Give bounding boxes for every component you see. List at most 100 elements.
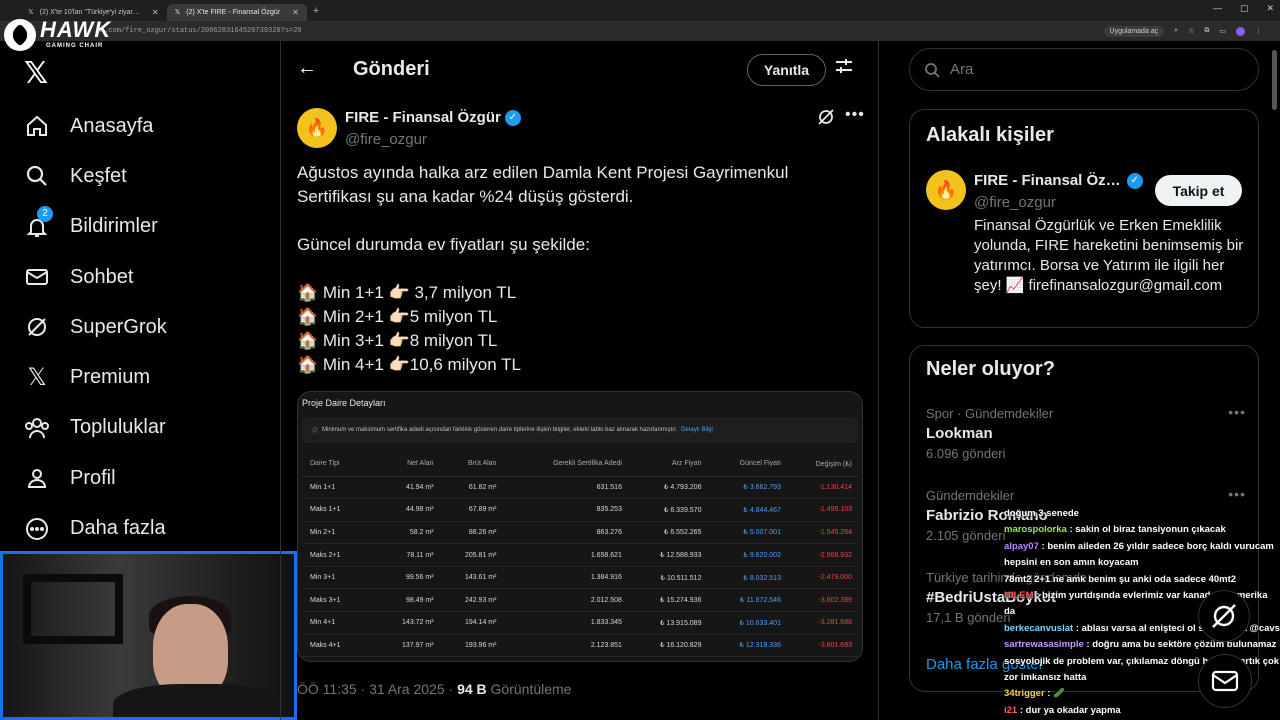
table-cell: 99.56 m² bbox=[376, 566, 440, 590]
post-meta: ÖÖ 11:35 · 31 Ara 2025 · 94 B Görüntülem… bbox=[297, 681, 571, 697]
nav-item-profile[interactable]: Profil bbox=[0, 453, 280, 503]
more-circle-icon bbox=[24, 516, 50, 542]
post-text-line: Güncel durumda ev fiyatları şu şekilde: bbox=[297, 235, 590, 254]
search-icon bbox=[24, 163, 50, 189]
people-icon bbox=[24, 415, 50, 441]
grok-floating-button[interactable] bbox=[1198, 590, 1250, 642]
column-header: Güncel Fiyatı bbox=[707, 452, 787, 477]
maximize-icon[interactable]: ▢ bbox=[1240, 3, 1249, 14]
bookmark-star-icon[interactable]: ☆ bbox=[1188, 27, 1194, 35]
nav-item-supergrok[interactable]: SuperGrok bbox=[0, 302, 280, 352]
browser-tab-bar: 𝕏 (2) X'te 10'lan "Türkiye'yi ziyar… ✕ 𝕏… bbox=[0, 0, 1280, 21]
close-icon[interactable]: ✕ bbox=[152, 8, 159, 17]
back-arrow-icon[interactable]: ← bbox=[297, 57, 317, 80]
extensions-icon[interactable]: ⧉ bbox=[1204, 27, 1209, 35]
page-title: Gönderi bbox=[353, 58, 430, 80]
chat-text: : benim aileden 26 yıldır sadece borç ka… bbox=[1004, 540, 1274, 569]
sliders-icon[interactable] bbox=[835, 57, 853, 80]
close-window-icon[interactable]: ✕ bbox=[1266, 3, 1274, 14]
related-handle[interactable]: @fire_ozgur bbox=[974, 194, 1056, 211]
close-icon[interactable]: ✕ bbox=[292, 8, 299, 17]
table-cell: 1.658.621 bbox=[502, 543, 628, 567]
chat-text: : ablası varsa al enişteci ol salak olma… bbox=[1073, 622, 1280, 634]
reply-button[interactable]: Yanıtla bbox=[747, 54, 826, 86]
table-body: Min 1+1 41.94 m² 61.82 m² 631.516 ₺ 4.793.20… bbox=[302, 476, 858, 658]
nav-label: SuperGrok bbox=[70, 315, 167, 338]
search-icon bbox=[925, 62, 940, 78]
trend-item[interactable]: Spor · Gündemdekiler Lookman 6.096 gönde… bbox=[926, 404, 1246, 461]
nav-item-home[interactable]: Anasayfa bbox=[0, 101, 280, 151]
url-text[interactable]: x.com/fire_ozgur/status/2006283164520739… bbox=[100, 27, 302, 35]
post-timestamp[interactable]: ÖÖ 11:35 · 31 Ara 2025 · bbox=[297, 681, 457, 697]
chat-username: berkecanvuslat bbox=[1004, 622, 1074, 634]
tab-label: (2) X'te FIRE - Finansal Özgür bbox=[186, 8, 281, 16]
post-image-card[interactable]: Proje Daire Detayları ⓘ Minimum ve maksi… bbox=[297, 391, 863, 662]
nav-item-notifications[interactable]: 2 Bildirimler bbox=[0, 202, 280, 252]
trend-count: 6.096 gönderi bbox=[926, 446, 1006, 461]
table-row: Min 3+1 99.56 m² 143.61 m² 1.384.916 ₺ 10.51… bbox=[302, 566, 858, 590]
more-options-icon[interactable]: ••• bbox=[1228, 486, 1246, 502]
table-cell: -2.479.000 bbox=[786, 566, 858, 590]
menu-dots-icon[interactable]: ⋮ bbox=[1255, 27, 1262, 35]
hawk-overlay-logo: HAWK GAMING CHAIR bbox=[4, 15, 114, 55]
follow-button[interactable]: Takip et bbox=[1155, 175, 1242, 206]
card-title: Proje Daire Detayları bbox=[302, 398, 386, 408]
column-header: Daire Tipi bbox=[302, 452, 377, 477]
table-cell: -1.545.264 bbox=[786, 521, 858, 545]
table-cell: ₺ 5.007.001 bbox=[707, 521, 787, 545]
table-cell: ₺ 4.844.467 bbox=[707, 498, 787, 522]
column-header: Net Alan bbox=[376, 452, 440, 477]
chat-text: : 🥒 bbox=[1044, 688, 1065, 700]
panel-title: Alakalı kişiler bbox=[926, 124, 1054, 146]
more-options-icon[interactable]: ••• bbox=[845, 106, 865, 124]
chat-username: marospolorka bbox=[1004, 524, 1067, 536]
zoom-icon[interactable]: ⌕ bbox=[1174, 27, 1178, 35]
nav-item-messages[interactable]: Sohbet bbox=[0, 252, 280, 302]
address-bar: x.com/fire_ozgur/status/2006283164520739… bbox=[0, 21, 1280, 41]
table-cell: 2.123.851 bbox=[502, 634, 628, 658]
author-handle[interactable]: @fire_ozgur bbox=[345, 131, 427, 148]
related-avatar[interactable]: 🔥 bbox=[926, 170, 966, 210]
author-avatar[interactable]: 🔥 bbox=[297, 108, 337, 148]
search-placeholder: Ara bbox=[950, 61, 974, 78]
scrollbar-thumb[interactable] bbox=[1272, 50, 1277, 110]
messages-floating-button[interactable] bbox=[1198, 654, 1252, 708]
search-input[interactable]: Ara bbox=[909, 48, 1259, 91]
table-cell: ₺ 16.120.829 bbox=[627, 634, 708, 658]
chat-text: doğum 3 senede bbox=[1004, 508, 1079, 519]
table-cell: 1.833.345 bbox=[502, 611, 628, 635]
table-cell: ₺ 10.633.401 bbox=[707, 611, 787, 635]
author-name[interactable]: FIRE - Finansal Özgür ✓ bbox=[345, 109, 521, 126]
table-cell: -1.495.103 bbox=[786, 498, 858, 522]
nav-item-explore[interactable]: Keşfet bbox=[0, 151, 280, 201]
nav-label: Keşfet bbox=[70, 164, 127, 187]
related-name-text: FIRE - Finansal Öz… bbox=[974, 172, 1121, 189]
browser-tab-2[interactable]: 𝕏 (2) X'te FIRE - Finansal Özgür ✕ bbox=[166, 3, 307, 21]
minimize-icon[interactable]: — bbox=[1213, 3, 1222, 14]
table-row: Maks 3+1 98.49 m² 242.93 m² 2.012.508 ₺ 15.2… bbox=[302, 588, 858, 613]
sidebar-icon[interactable]: ▭ bbox=[1219, 27, 1226, 35]
table-cell: 835.253 bbox=[502, 498, 628, 522]
nav-label: Sohbet bbox=[70, 265, 134, 288]
new-tab-icon[interactable]: + bbox=[313, 5, 319, 17]
profile-avatar[interactable] bbox=[1236, 26, 1245, 36]
grok-icon[interactable] bbox=[817, 108, 835, 131]
table-cell: Min 1+1 bbox=[302, 476, 377, 500]
details-link[interactable]: Detaylı Bilgi bbox=[681, 427, 713, 433]
table-cell: 78.11 m² bbox=[376, 543, 440, 567]
table-row: Min 4+1 143.72 m² 194.14 m² 1.833.345 ₺ 13.9… bbox=[302, 611, 858, 635]
open-in-app-button[interactable]: Uygulamada aç bbox=[1103, 25, 1165, 37]
nav-item-more[interactable]: Daha fazla bbox=[0, 503, 280, 553]
card-note-text: Minimum ve maksimum sertifika adedi açıs… bbox=[322, 427, 678, 433]
table-cell: 1.384.916 bbox=[502, 566, 628, 590]
table-cell: -1.130.414 bbox=[786, 476, 858, 500]
nav-item-communities[interactable]: Topluluklar bbox=[0, 403, 280, 453]
nav-item-premium[interactable]: 𝕏 Premium bbox=[0, 352, 280, 402]
chat-username: 34trigger bbox=[1004, 688, 1045, 700]
x-logo-icon[interactable]: 𝕏 bbox=[24, 56, 48, 91]
related-name[interactable]: FIRE - Finansal Öz… ✓ bbox=[974, 172, 1143, 189]
more-options-icon[interactable]: ••• bbox=[1228, 404, 1246, 420]
chat-username: alpay07 bbox=[1004, 540, 1039, 552]
person-icon bbox=[24, 465, 50, 491]
chat-username: HILEM bbox=[1004, 590, 1034, 602]
